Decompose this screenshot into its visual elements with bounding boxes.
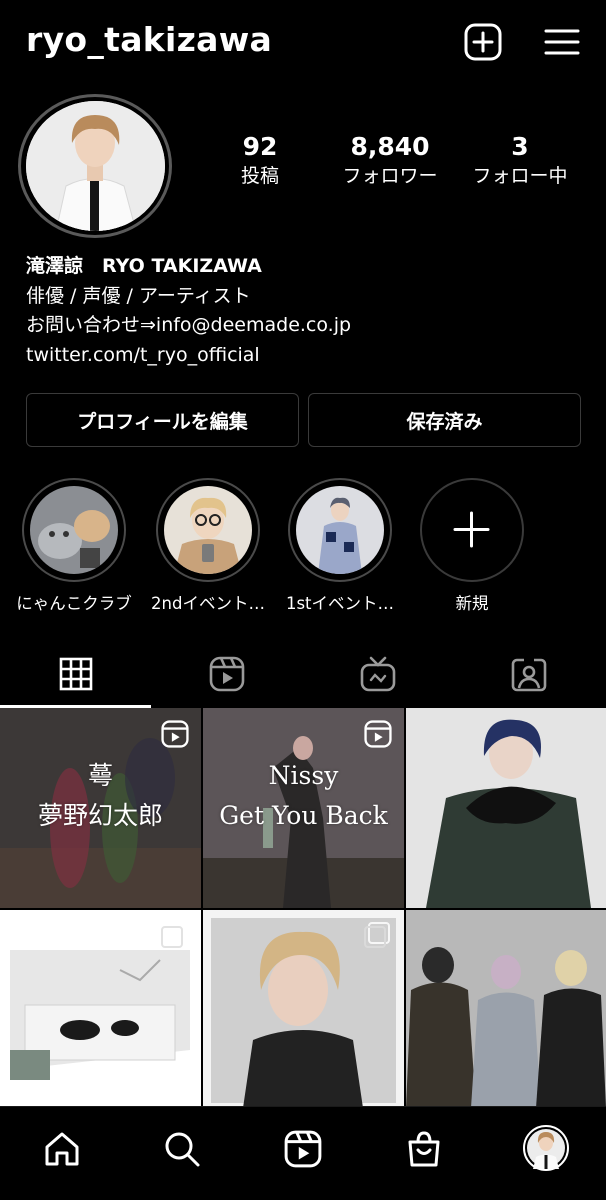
highlight-ring bbox=[420, 478, 524, 582]
bio-line-contact[interactable]: お問い合わせ⇒info@deemade.co.jp bbox=[26, 311, 586, 341]
post-caption-line2: Get You Back bbox=[219, 801, 388, 830]
post-thumbnail[interactable]: Nissy Get You Back bbox=[203, 708, 404, 908]
tab-reels[interactable] bbox=[151, 640, 302, 708]
highlight-thumbnail bbox=[296, 486, 384, 574]
post-thumbnail[interactable] bbox=[406, 708, 606, 908]
post-thumbnail[interactable] bbox=[0, 910, 201, 1110]
profile-avatar[interactable] bbox=[523, 1125, 569, 1171]
search-icon[interactable] bbox=[160, 1127, 204, 1171]
reel-badge-icon bbox=[161, 720, 189, 748]
stat-posts-label: 投稿 bbox=[240, 165, 279, 187]
highlight-ring bbox=[156, 478, 260, 582]
bio-link[interactable]: twitter.com/t_ryo_official bbox=[26, 341, 586, 371]
tab-tagged[interactable] bbox=[453, 640, 604, 708]
post-caption-line2: 夢野幻太郎 bbox=[37, 801, 163, 830]
profile-username[interactable]: ryo_takizawa bbox=[26, 20, 272, 59]
post-caption-line1: 蕚 bbox=[87, 761, 113, 790]
highlight-label: にゃんこクラブ bbox=[16, 594, 132, 613]
igtv-icon bbox=[360, 656, 395, 692]
highlight-label: 1stイベント… bbox=[285, 594, 395, 613]
reels-icon[interactable] bbox=[281, 1127, 325, 1171]
multi-post-icon bbox=[161, 922, 189, 950]
tagged-icon bbox=[511, 658, 546, 692]
saved-button[interactable]: 保存済み bbox=[308, 393, 581, 447]
reel-badge-icon bbox=[364, 720, 392, 748]
stat-following-count: 3 bbox=[511, 132, 529, 161]
stat-following[interactable]: 3 フォロー中 bbox=[460, 132, 580, 190]
highlight-label: 2ndイベント… bbox=[151, 594, 265, 613]
profile-bio: 滝澤諒 RYO TAKIZAWA 俳優 / 声優 / アーティスト お問い合わせ… bbox=[26, 252, 586, 370]
shop-icon[interactable] bbox=[402, 1127, 446, 1171]
post-caption-line1: Nissy bbox=[268, 761, 339, 790]
stat-posts-count: 92 bbox=[242, 132, 278, 161]
new-highlight-button[interactable]: 新規 bbox=[420, 478, 524, 614]
highlight-ring bbox=[288, 478, 392, 582]
edit-profile-button[interactable]: プロフィールを編集 bbox=[26, 393, 299, 447]
post-thumbnail[interactable] bbox=[406, 910, 606, 1110]
profile-avatar[interactable] bbox=[26, 101, 165, 231]
plus-icon bbox=[453, 511, 490, 548]
post-thumbnail[interactable] bbox=[203, 910, 404, 1110]
post-thumbnail[interactable]: 蕚 夢野幻太郎 bbox=[0, 708, 201, 908]
top-bar: ryo_takizawa bbox=[0, 0, 606, 84]
stat-posts[interactable]: 92 投稿 bbox=[215, 132, 305, 190]
highlight-item[interactable]: 2ndイベント… bbox=[151, 478, 265, 614]
highlight-thumbnail bbox=[164, 486, 252, 574]
multi-post-icon bbox=[364, 922, 392, 950]
highlight-ring bbox=[22, 478, 126, 582]
tab-igtv[interactable] bbox=[302, 640, 453, 708]
add-post-icon[interactable] bbox=[463, 22, 503, 62]
bio-name: 滝澤諒 RYO TAKIZAWA bbox=[26, 255, 262, 277]
stat-following-label: フォロー中 bbox=[472, 165, 568, 187]
stat-followers[interactable]: 8,840 フォロワー bbox=[330, 132, 450, 190]
stat-followers-count: 8,840 bbox=[350, 132, 430, 161]
tab-grid[interactable] bbox=[0, 640, 151, 708]
menu-icon[interactable] bbox=[542, 22, 582, 62]
bio-line-occupation: 俳優 / 声優 / アーティスト bbox=[26, 284, 251, 307]
reels-icon bbox=[209, 656, 244, 692]
highlight-item[interactable]: にゃんこクラブ bbox=[16, 478, 132, 614]
bottom-nav bbox=[0, 1106, 606, 1200]
highlight-thumbnail bbox=[30, 486, 118, 574]
highlight-label: 新規 bbox=[455, 594, 489, 613]
highlight-item[interactable]: 1stイベント… bbox=[286, 478, 394, 614]
profile-tabs bbox=[0, 640, 606, 708]
stat-followers-label: フォロワー bbox=[342, 165, 438, 187]
home-icon[interactable] bbox=[40, 1127, 84, 1171]
grid-icon bbox=[59, 657, 92, 691]
